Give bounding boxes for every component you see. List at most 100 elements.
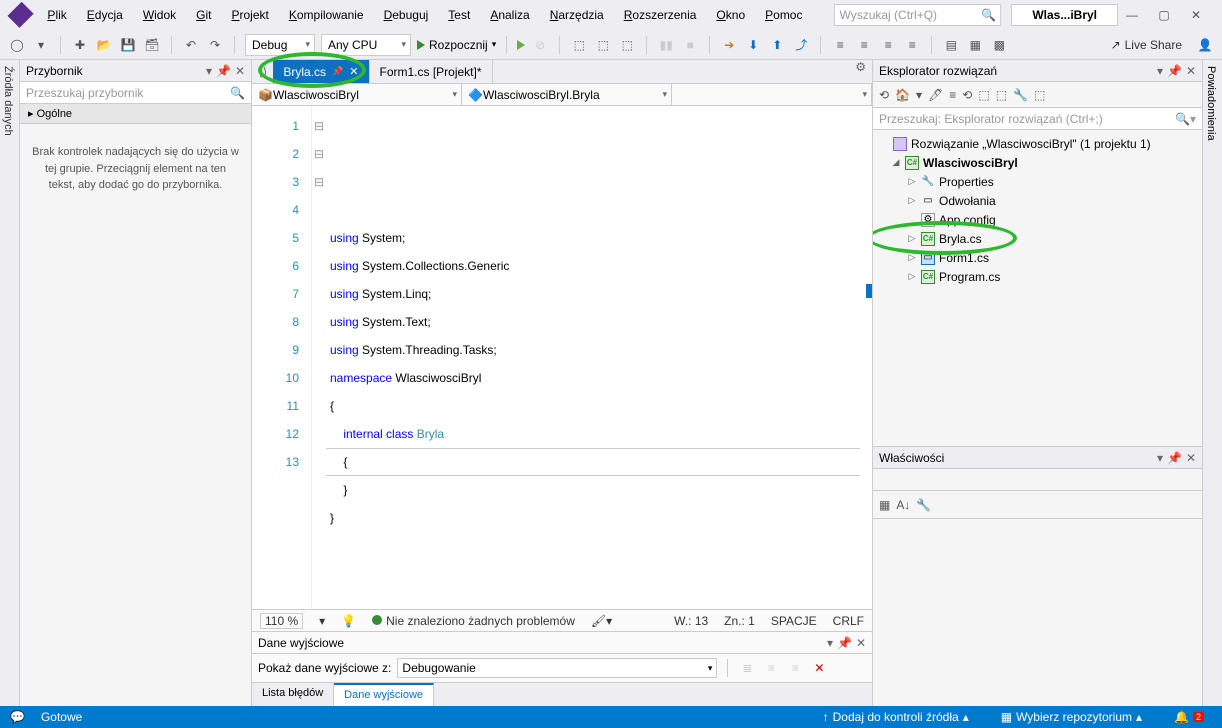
- toolbox-category[interactable]: ▸ Ogólne: [20, 104, 251, 124]
- output-source-label: Pokaż dane wyjściowe z:: [258, 661, 391, 675]
- feedback-icon[interactable]: 💬: [10, 710, 25, 724]
- redo-icon[interactable]: ↷: [206, 36, 224, 54]
- undo-icon[interactable]: ↶: [182, 36, 200, 54]
- output-panel: Dane wyjściowe ▾📌✕ Pokaż dane wyjściowe …: [252, 631, 872, 682]
- dropdown-icon[interactable]: ▾: [206, 64, 212, 78]
- vs-logo-icon: [7, 2, 33, 28]
- nav-member-combo[interactable]: [672, 84, 872, 105]
- properties-icon[interactable]: 🔧: [916, 498, 931, 512]
- menu-okno[interactable]: Okno: [708, 4, 753, 26]
- properties-panel: Właściwości ▾📌✕ ▦ A↓ 🔧: [873, 446, 1202, 706]
- close-icon[interactable]: ✕: [349, 65, 358, 78]
- notifications-button[interactable]: 🔔2: [1166, 710, 1212, 724]
- toolbox-empty-msg: Brak kontrolek nadających się do użycia …: [20, 124, 251, 214]
- menu-narzędzia[interactable]: Narzędzia: [542, 4, 612, 26]
- csharp-project-icon: C#: [905, 156, 919, 170]
- pin-icon[interactable]: 📌: [837, 636, 852, 650]
- solution-toolbar: ⟲🏠▾🖊≡⟲⬚⬚🔧⬚: [873, 82, 1202, 108]
- editor-statusbar: 110 % ▾ 💡 Nie znaleziono żadnych problem…: [252, 609, 872, 631]
- toolbox-panel: Przybornik ▾📌✕ Przeszukaj przybornik🔍 ▸ …: [20, 60, 252, 706]
- dropdown-icon[interactable]: ▾: [827, 636, 833, 650]
- tab-nav-icon[interactable]: ⟨⟩: [252, 60, 273, 83]
- csharp-file-icon: C#: [921, 232, 935, 246]
- categorized-icon[interactable]: ▦: [879, 498, 890, 512]
- close-panel-icon[interactable]: ✕: [1186, 64, 1196, 78]
- pin-icon[interactable]: 📌: [1167, 451, 1182, 465]
- new-item-icon[interactable]: ✚: [71, 36, 89, 54]
- solution-icon: [893, 137, 907, 151]
- save-icon[interactable]: 💾: [119, 36, 137, 54]
- menu-pomoc[interactable]: Pomoc: [757, 4, 810, 26]
- close-panel-icon[interactable]: ✕: [856, 636, 866, 650]
- close-panel-icon[interactable]: ✕: [235, 64, 245, 78]
- live-share-button[interactable]: ↗ Live Share: [1111, 38, 1182, 52]
- config-file-icon: ⚙: [921, 213, 935, 227]
- tab-bryla[interactable]: Bryla.cs📌✕: [273, 60, 369, 83]
- toolbox-search[interactable]: Przeszukaj przybornik🔍: [20, 82, 251, 104]
- nav-back-icon[interactable]: ◯: [8, 36, 26, 54]
- bottom-tabs: Lista błędów Dane wyjściowe: [252, 682, 872, 706]
- wrench-icon: 🔧: [921, 175, 935, 189]
- step-icon[interactable]: ⬚: [594, 36, 612, 54]
- platform-combo[interactable]: Any CPU: [321, 34, 411, 56]
- code-editor[interactable]: 12345678910111213 ⊟⊟⊟ using System;using…: [252, 106, 872, 609]
- alphabetical-icon[interactable]: A↓: [896, 498, 910, 512]
- lightbulb-icon[interactable]: 💡: [341, 614, 356, 628]
- data-sources-rail[interactable]: Źródła danych: [0, 60, 20, 706]
- menu-edycja[interactable]: Edycja: [79, 4, 131, 26]
- config-combo[interactable]: Debug: [245, 34, 315, 56]
- output-source-combo[interactable]: Debugowanie: [397, 658, 717, 678]
- menu-rozszerzenia[interactable]: Rozszerzenia: [616, 4, 705, 26]
- quick-search-input[interactable]: Wyszukaj (Ctrl+Q)🔍: [834, 4, 1001, 26]
- step-icon[interactable]: ⬚: [570, 36, 588, 54]
- solution-tree[interactable]: Rozwiązanie „WlasciwosciBryl" (1 projekt…: [873, 130, 1202, 446]
- feedback-icon[interactable]: 👤: [1196, 36, 1214, 54]
- solution-explorer-title: Eksplorator rozwiązań: [879, 64, 997, 78]
- save-all-icon[interactable]: 🗃: [143, 36, 161, 54]
- menu-projekt[interactable]: Projekt: [224, 4, 277, 26]
- clear-all-icon[interactable]: ✕: [810, 659, 828, 677]
- brush-icon[interactable]: 🖌▾: [591, 614, 612, 628]
- start-nodebug-icon[interactable]: [517, 40, 525, 50]
- editor-tabs: ⟨⟩ Bryla.cs📌✕ Form1.cs [Projekt]* ⚙: [252, 60, 872, 84]
- step-icon[interactable]: ⬚: [618, 36, 636, 54]
- menu-plik[interactable]: Plik: [39, 4, 74, 26]
- close-button[interactable]: ✕: [1186, 8, 1206, 22]
- tab-output[interactable]: Dane wyjściowe: [334, 683, 434, 706]
- references-icon: ▭: [921, 194, 935, 208]
- menubar: PlikEdycjaWidokGitProjektKompilowanieDeb…: [0, 0, 1222, 30]
- menu-widok[interactable]: Widok: [135, 4, 184, 26]
- notifications-rail[interactable]: Powiadomienia: [1202, 60, 1222, 706]
- status-ready: Gotowe: [41, 710, 82, 724]
- close-panel-icon[interactable]: ✕: [1186, 451, 1196, 465]
- main-toolbar: ◯ ▾ ✚ 📂 💾 🗃 ↶ ↷ Debug Any CPU Rozpocznij…: [0, 30, 1222, 60]
- menu-analiza[interactable]: Analiza: [482, 4, 537, 26]
- menu-git[interactable]: Git: [188, 4, 219, 26]
- pin-icon[interactable]: 📌: [1167, 64, 1182, 78]
- tab-error-list[interactable]: Lista błędów: [252, 683, 334, 706]
- menu-debuguj[interactable]: Debuguj: [376, 4, 437, 26]
- nav-class-combo[interactable]: 🔷 WlasciwosciBryl.Bryla: [462, 84, 672, 105]
- form-file-icon: ▭: [921, 251, 935, 265]
- minimize-button[interactable]: —: [1122, 8, 1142, 22]
- solution-title-tab: Wlas...iBryl: [1011, 4, 1118, 26]
- search-icon: 🔍: [981, 8, 996, 22]
- home-icon[interactable]: ⟲: [879, 88, 889, 102]
- pin-icon[interactable]: 📌: [332, 66, 343, 77]
- open-icon[interactable]: 📂: [95, 36, 113, 54]
- csharp-file-icon: C#: [921, 270, 935, 284]
- pin-icon[interactable]: 📌: [216, 64, 231, 78]
- solution-search[interactable]: Przeszukaj: Eksplorator rozwiązań (Ctrl+…: [873, 108, 1202, 130]
- maximize-button[interactable]: ▢: [1154, 8, 1174, 22]
- start-debug-button[interactable]: Rozpocznij▾: [417, 38, 496, 52]
- clear-icon[interactable]: ≣: [738, 659, 756, 677]
- source-control-button[interactable]: ↑ Dodaj do kontroli źródła ▴: [815, 710, 977, 724]
- tab-form1[interactable]: Form1.cs [Projekt]*: [370, 60, 493, 83]
- nav-project-combo[interactable]: 📦 WlasciwosciBryl: [252, 84, 462, 105]
- repo-select-button[interactable]: ▦ Wybierz repozytorium ▴: [993, 710, 1150, 724]
- menu-test[interactable]: Test: [440, 4, 478, 26]
- zoom-combo[interactable]: 110 %: [260, 613, 303, 629]
- stop-icon[interactable]: ⊘: [531, 36, 549, 54]
- menu-kompilowanie[interactable]: Kompilowanie: [281, 4, 372, 26]
- tab-menu-icon[interactable]: ⚙: [849, 60, 872, 83]
